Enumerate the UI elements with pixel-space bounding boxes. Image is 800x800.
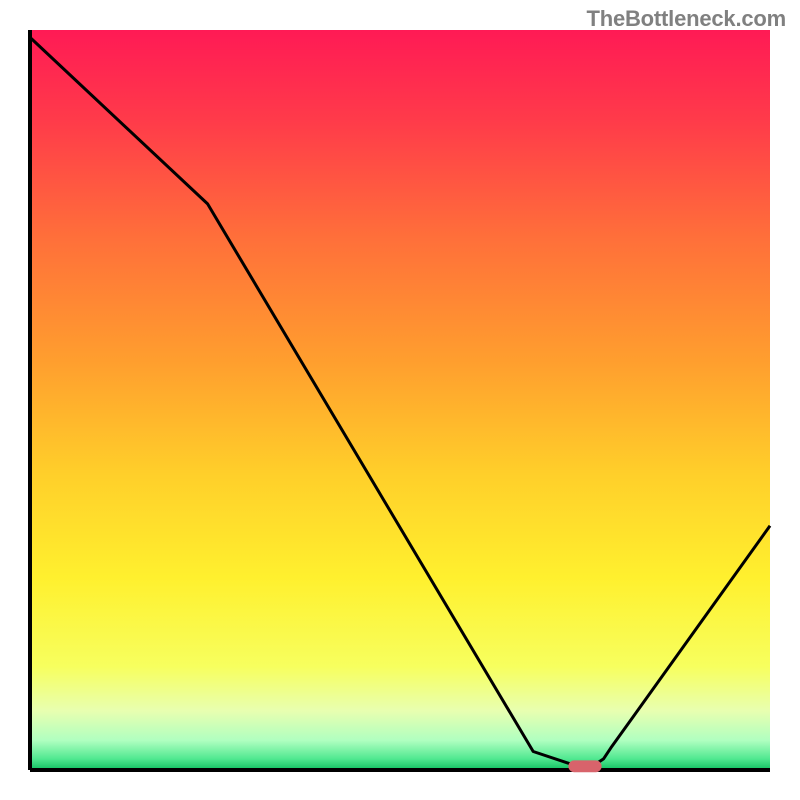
optimal-marker (568, 760, 601, 772)
chart-svg (0, 0, 800, 800)
bottleneck-chart: TheBottleneck.com (0, 0, 800, 800)
attribution-text: TheBottleneck.com (586, 6, 786, 32)
